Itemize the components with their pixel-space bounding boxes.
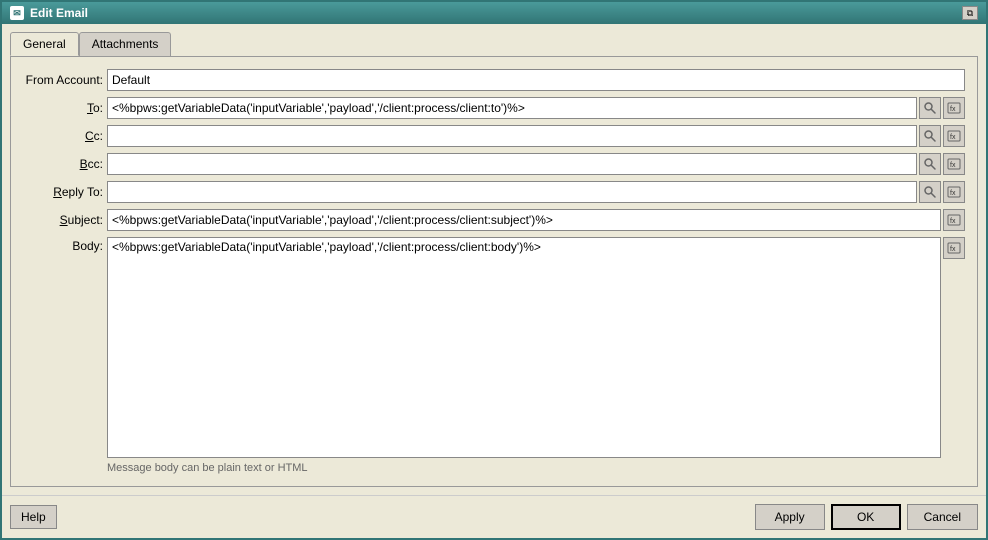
- window-icon: ✉: [10, 6, 24, 20]
- reply-to-row: Reply To: fx: [23, 181, 965, 203]
- to-variable-button[interactable]: fx: [943, 97, 965, 119]
- from-account-label: From Account:: [23, 73, 103, 87]
- title-bar: ✉ Edit Email ⧉: [2, 2, 986, 24]
- from-account-input[interactable]: [107, 69, 965, 91]
- body-hint: Message body can be plain text or HTML: [23, 462, 965, 474]
- tabs: General Attachments: [10, 32, 978, 56]
- body-variable-button[interactable]: fx: [943, 237, 965, 259]
- reply-to-input[interactable]: [107, 181, 917, 203]
- reply-to-variable-button[interactable]: fx: [943, 181, 965, 203]
- window-title: Edit Email: [30, 6, 88, 20]
- subject-variable-button[interactable]: fx: [943, 209, 965, 231]
- subject-label: Subject:: [23, 213, 103, 227]
- cc-label: Cc:: [23, 129, 103, 143]
- svg-text:fx: fx: [950, 134, 956, 141]
- bcc-label: Bcc:: [23, 157, 103, 171]
- to-search-button[interactable]: [919, 97, 941, 119]
- bcc-input[interactable]: [107, 153, 917, 175]
- svg-text:fx: fx: [950, 246, 956, 253]
- cc-row: Cc: fx: [23, 125, 965, 147]
- reply-to-label: Reply To:: [23, 185, 103, 199]
- tab-general[interactable]: General: [10, 32, 79, 56]
- svg-text:fx: fx: [950, 162, 956, 169]
- bcc-row: Bcc: fx: [23, 153, 965, 175]
- body-textarea[interactable]: [107, 237, 941, 458]
- to-label: To:: [23, 101, 103, 115]
- tab-attachments[interactable]: Attachments: [79, 32, 172, 56]
- svg-text:fx: fx: [950, 106, 956, 113]
- restore-button[interactable]: ⧉: [962, 6, 978, 20]
- bcc-variable-button[interactable]: fx: [943, 153, 965, 175]
- help-button[interactable]: Help: [10, 505, 57, 529]
- cc-input[interactable]: [107, 125, 917, 147]
- svg-text:fx: fx: [950, 190, 956, 197]
- subject-input[interactable]: [107, 209, 941, 231]
- window-content: General Attachments From Account: To:: [2, 24, 986, 495]
- footer: Help Apply OK Cancel: [2, 495, 986, 538]
- to-input[interactable]: [107, 97, 917, 119]
- cc-variable-button[interactable]: fx: [943, 125, 965, 147]
- apply-button[interactable]: Apply: [755, 504, 825, 530]
- tab-content-general: From Account: To:: [10, 56, 978, 487]
- body-label: Body:: [23, 237, 103, 253]
- subject-row: Subject: fx: [23, 209, 965, 231]
- to-row: To: fx: [23, 97, 965, 119]
- body-section: Body: fx Message body can be plain text …: [23, 237, 965, 474]
- bcc-search-button[interactable]: [919, 153, 941, 175]
- from-account-row: From Account:: [23, 69, 965, 91]
- to-label-text: To:: [87, 101, 103, 115]
- cc-search-button[interactable]: [919, 125, 941, 147]
- svg-text:fx: fx: [950, 218, 956, 225]
- cancel-button[interactable]: Cancel: [907, 504, 978, 530]
- reply-to-search-button[interactable]: [919, 181, 941, 203]
- ok-button[interactable]: OK: [831, 504, 901, 530]
- body-row: Body: fx: [23, 237, 965, 458]
- edit-email-window: ✉ Edit Email ⧉ General Attachments From …: [0, 0, 988, 540]
